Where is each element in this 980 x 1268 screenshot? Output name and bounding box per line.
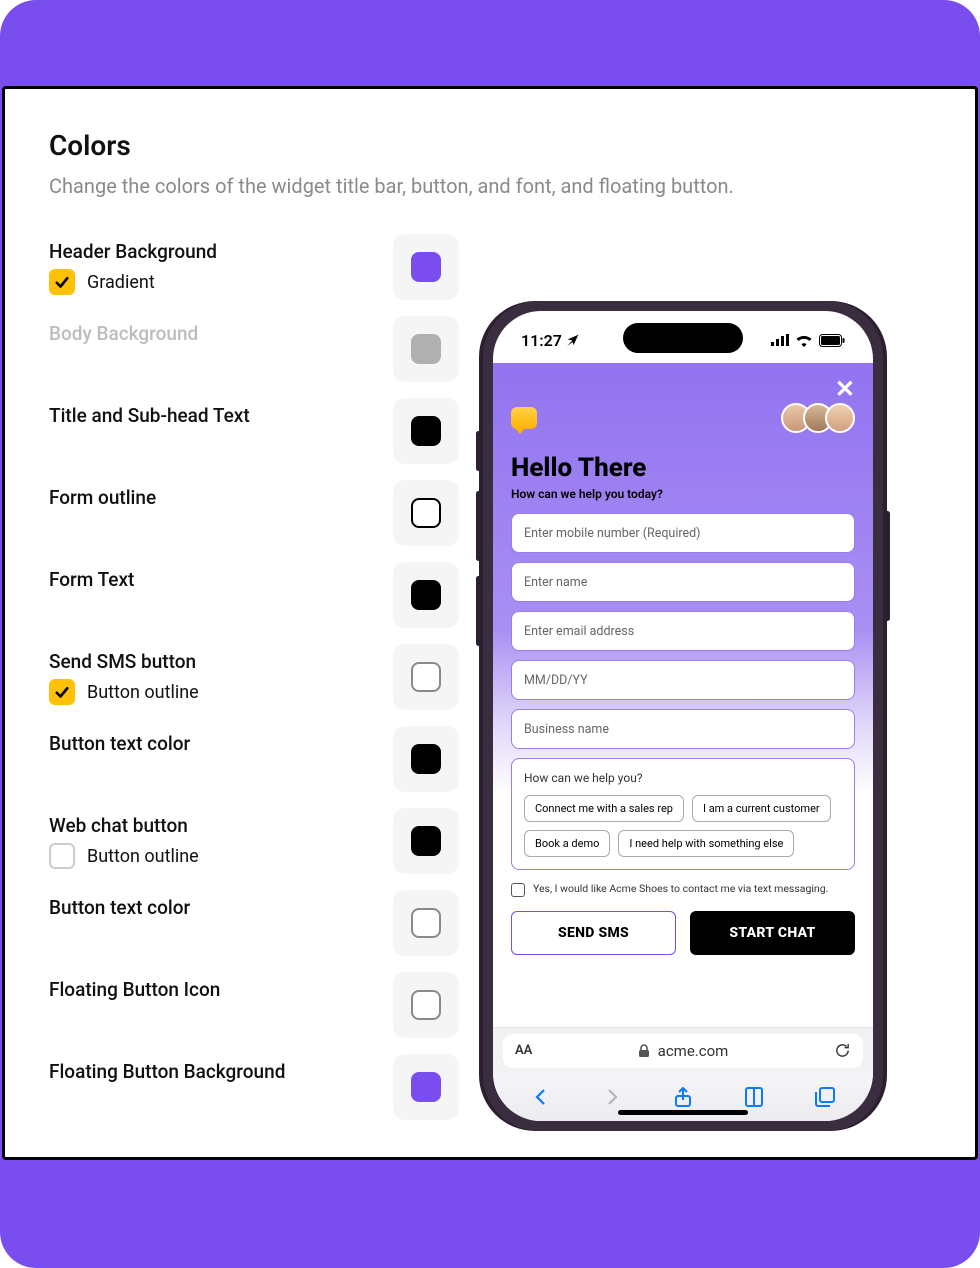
home-indicator [618, 1110, 748, 1115]
reload-icon[interactable] [834, 1042, 851, 1059]
lock-icon [638, 1044, 650, 1058]
phone-notch [623, 323, 743, 353]
consent-text: Yes, I would like Acme Shoes to contact … [533, 882, 828, 895]
widget-subtitle: How can we help you today? [511, 487, 855, 501]
setting-label: Form Text [49, 568, 134, 591]
setting-label: Title and Sub-head Text [49, 404, 250, 427]
setting-label: Send SMS button [49, 650, 199, 673]
options-box: How can we help you? Connect me with a s… [511, 758, 855, 870]
forward-icon[interactable] [600, 1085, 624, 1109]
setting-sublabel: Button outline [87, 846, 199, 867]
business-field[interactable]: Business name [511, 709, 855, 749]
name-field[interactable]: Enter name [511, 562, 855, 602]
url-pill[interactable]: AA acme.com [503, 1034, 863, 1068]
setting-checkbox[interactable] [49, 269, 75, 295]
options-question: How can we help you? [524, 771, 842, 785]
color-swatch[interactable] [393, 1054, 459, 1120]
widget-title: Hello There [511, 453, 855, 483]
wifi-icon [795, 334, 813, 347]
option-chip[interactable]: Book a demo [524, 830, 610, 857]
setting-label: Floating Button Icon [49, 978, 220, 1001]
close-icon[interactable]: ✕ [835, 375, 855, 403]
setting-label: Web chat button [49, 814, 199, 837]
setting-label: Button text color [49, 732, 190, 755]
color-swatch[interactable] [393, 562, 459, 628]
date-field[interactable]: MM/DD/YY [511, 660, 855, 700]
url-host: acme.com [658, 1042, 729, 1060]
color-swatch[interactable] [393, 398, 459, 464]
section-title: Colors [49, 129, 931, 162]
color-swatch[interactable] [393, 644, 459, 710]
option-chip[interactable]: I am a current customer [692, 795, 831, 822]
setting-label: Floating Button Background [49, 1060, 285, 1083]
setting-checkbox[interactable] [49, 679, 75, 705]
location-icon [566, 333, 580, 347]
cellular-icon [771, 334, 789, 346]
setting-label: Body Background [49, 322, 198, 345]
brand-logo-icon [511, 407, 537, 429]
setting-checkbox[interactable] [49, 843, 75, 869]
consent-checkbox[interactable] [511, 883, 525, 897]
tabs-icon[interactable] [813, 1085, 837, 1109]
send-sms-button[interactable]: SEND SMS [511, 911, 676, 955]
setting-label: Header Background [49, 240, 217, 263]
color-swatch[interactable] [393, 234, 459, 300]
share-icon[interactable] [671, 1085, 695, 1109]
setting-label: Button text color [49, 896, 190, 919]
phone-preview: 11:27 ✕ [483, 301, 883, 1131]
color-swatch[interactable] [393, 890, 459, 956]
email-field[interactable]: Enter email address [511, 611, 855, 651]
browser-url-bar: AA acme.com [493, 1027, 873, 1073]
color-swatch[interactable] [393, 726, 459, 792]
section-subtitle: Change the colors of the widget title ba… [49, 174, 931, 198]
text-size-icon[interactable]: AA [515, 1043, 532, 1058]
setting-sublabel: Button outline [87, 682, 199, 703]
color-swatch[interactable] [393, 808, 459, 874]
setting-label: Form outline [49, 486, 156, 509]
bookmarks-icon[interactable] [742, 1085, 766, 1109]
start-chat-button[interactable]: START CHAT [690, 911, 855, 955]
agent-avatars [781, 403, 855, 433]
mobile-field[interactable]: Enter mobile number (Required) [511, 513, 855, 553]
status-time: 11:27 [521, 331, 562, 350]
setting-sublabel: Gradient [87, 272, 155, 293]
back-icon[interactable] [529, 1085, 553, 1109]
option-chip[interactable]: I need help with something else [618, 830, 794, 857]
color-swatch[interactable] [393, 972, 459, 1038]
battery-icon [819, 334, 845, 347]
color-swatch[interactable] [393, 316, 459, 382]
option-chip[interactable]: Connect me with a sales rep [524, 795, 684, 822]
color-swatch[interactable] [393, 480, 459, 546]
